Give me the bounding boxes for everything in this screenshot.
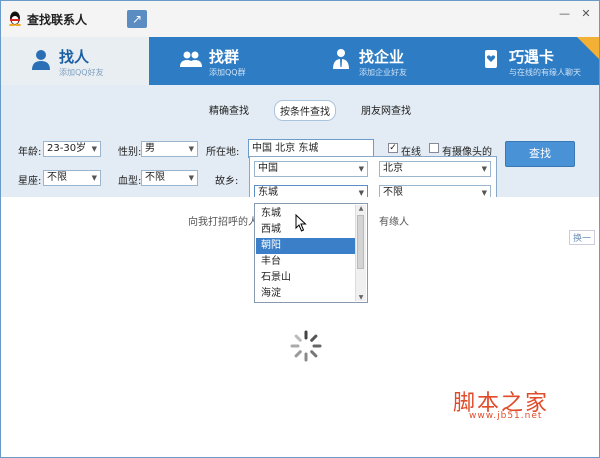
constellation-label: 星座: <box>18 176 42 187</box>
chevron-down-icon: ▼ <box>358 165 364 173</box>
age-label: 年龄: <box>18 147 42 158</box>
district-option-selected[interactable]: 朝阳 <box>256 238 356 254</box>
loading-spinner-icon <box>290 330 322 362</box>
online-checkbox[interactable]: ✓ <box>388 143 398 153</box>
scroll-thumb[interactable] <box>357 215 364 269</box>
gender-value: 男 <box>145 143 155 154</box>
subtab-pengyou-search[interactable]: 朋友网查找 <box>356 100 416 119</box>
blood-type-value: 不限 <box>145 172 165 183</box>
country-select[interactable]: 中国 ▼ <box>254 161 368 177</box>
tab-sublabel: 与在线的有缘人聊天 <box>509 68 581 77</box>
chevron-down-icon: ▼ <box>91 174 97 182</box>
district-option[interactable]: 石景山 <box>256 270 356 286</box>
window-controls: — ✕ <box>556 7 596 20</box>
subtab-exact-search[interactable]: 精确查找 <box>204 100 254 119</box>
age-value: 23-30岁 <box>47 143 87 154</box>
tab-sublabel: 添加QQ好友 <box>59 68 104 77</box>
chevron-down-icon: ▼ <box>188 174 194 182</box>
province-value: 北京 <box>383 163 403 174</box>
tab-label: 找企业 <box>359 48 405 66</box>
tab-find-enterprise[interactable]: 找企业 添加企业好友 <box>301 37 449 85</box>
constellation-select[interactable]: 不限 ▼ <box>43 170 101 186</box>
subtab-condition-search[interactable]: 按条件查找 <box>274 100 336 121</box>
listbox-scrollbar[interactable]: ▲ ▼ <box>355 205 366 301</box>
scroll-up-icon[interactable]: ▲ <box>356 205 366 212</box>
close-button[interactable]: ✕ <box>577 7 595 20</box>
watermark-url: www.jb51.net <box>469 411 543 421</box>
gender-select[interactable]: 男 ▼ <box>141 141 198 157</box>
title-bar: 查找联系人 ↗ — ✕ <box>1 1 599 37</box>
camera-checkbox[interactable] <box>429 143 439 153</box>
blood-type-select[interactable]: 不限 ▼ <box>141 170 198 186</box>
mouse-cursor-icon <box>295 214 307 232</box>
main-tab-bar: 找人 添加QQ好友 找群 添加QQ群 找企业 添加企业好友 巧遇卡 与在线的有缘… <box>1 37 599 85</box>
tab-sublabel: 添加QQ群 <box>209 68 246 77</box>
tab-sublabel: 添加企业好友 <box>359 68 407 77</box>
external-link-icon[interactable]: ↗ <box>127 10 147 28</box>
minimize-button[interactable]: — <box>556 7 574 20</box>
new-corner-badge <box>577 37 599 59</box>
card-icon <box>485 50 497 68</box>
group-icon <box>180 51 202 67</box>
find-contacts-window: 查找联系人 ↗ — ✕ 找人 添加QQ好友 找群 添加QQ群 找企业 添加企业好… <box>0 0 600 458</box>
chevron-down-icon: ▼ <box>91 145 97 153</box>
blood-type-label: 血型: <box>118 176 142 187</box>
change-batch-button[interactable]: 换一 <box>569 230 596 245</box>
search-button[interactable]: 查找 <box>505 141 575 167</box>
district-option[interactable]: 丰台 <box>256 254 356 270</box>
enterprise-icon <box>333 49 349 69</box>
chevron-down-icon: ▼ <box>188 145 194 153</box>
scroll-down-icon[interactable]: ▼ <box>356 294 366 301</box>
person-icon <box>32 50 50 70</box>
gender-label: 性别: <box>118 147 142 158</box>
constellation-value: 不限 <box>47 172 67 183</box>
window-title: 查找联系人 <box>27 13 88 27</box>
tab-label: 找群 <box>209 48 240 66</box>
tab-label: 找人 <box>59 48 90 66</box>
district-listbox[interactable]: 东城 西城 朝阳 丰台 石景山 海淀 ▲ ▼ <box>254 203 368 303</box>
tab-label: 巧遇卡 <box>509 48 555 66</box>
location-label: 所在地: <box>206 147 240 158</box>
location-value: 中国 北京 东城 <box>252 143 319 154</box>
affinity-message: 有缘人 <box>379 217 409 228</box>
hometown-label: 故乡: <box>215 176 239 187</box>
tab-find-group[interactable]: 找群 添加QQ群 <box>151 37 299 85</box>
age-select[interactable]: 23-30岁 ▼ <box>43 141 101 157</box>
district-option[interactable]: 海淀 <box>256 286 356 302</box>
tab-find-people[interactable]: 找人 添加QQ好友 <box>1 37 149 85</box>
province-select[interactable]: 北京 ▼ <box>379 161 491 177</box>
chevron-down-icon: ▼ <box>481 165 487 173</box>
country-value: 中国 <box>258 163 278 174</box>
qq-penguin-icon <box>9 11 21 26</box>
greeting-message: 向我打招呼的人 <box>188 217 258 228</box>
